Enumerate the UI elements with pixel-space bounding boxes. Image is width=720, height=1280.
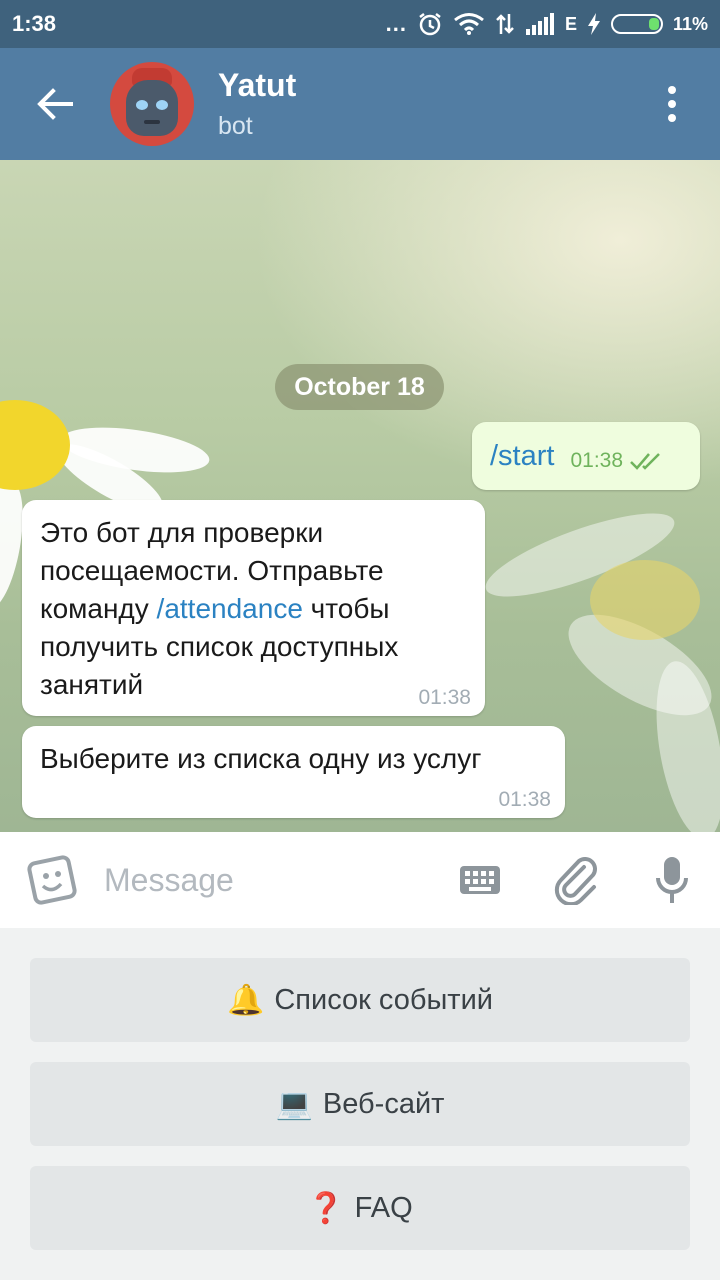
paperclip-icon	[554, 857, 597, 905]
message-time: 01:38	[570, 449, 624, 472]
message-input-bar: Message	[0, 832, 720, 928]
message-line: получить список доступных	[40, 631, 399, 662]
alarm-icon	[417, 11, 443, 37]
wifi-icon	[453, 12, 485, 36]
faq-button[interactable]: ❓ FAQ	[30, 1166, 690, 1250]
network-type: E	[564, 13, 577, 34]
message-line: посещаемости. Отправьте	[40, 555, 384, 586]
arrow-left-icon	[37, 88, 73, 120]
message-text: Выберите из списка одну из услуг	[40, 743, 482, 774]
question-mark-icon: ❓	[307, 1191, 345, 1225]
message-input[interactable]: Message	[104, 862, 432, 899]
button-label: Список событий	[274, 983, 493, 1016]
chat-subtitle: bot	[218, 112, 253, 140]
status-icons: ... E 11%	[386, 11, 708, 37]
keyboard-button[interactable]	[432, 832, 528, 928]
button-label: FAQ	[354, 1191, 413, 1224]
more-options-button[interactable]	[624, 48, 720, 160]
back-button[interactable]	[0, 48, 110, 160]
sticker-button[interactable]	[0, 832, 104, 928]
outgoing-message[interactable]: /start 01:38	[472, 422, 700, 490]
voice-button[interactable]	[624, 832, 720, 928]
notification-dots: ...	[385, 11, 407, 36]
charging-icon	[587, 13, 601, 35]
bell-icon: 🔔	[227, 983, 265, 1017]
signal-icon	[525, 13, 555, 35]
chat-header: Yatut bot	[0, 48, 720, 160]
incoming-message[interactable]: Это бот для проверки посещаемости. Отпра…	[22, 500, 485, 716]
events-list-button[interactable]: 🔔 Список событий	[30, 958, 690, 1042]
message-line: команду /attendance чтобы	[40, 593, 390, 624]
keyboard-icon	[460, 866, 500, 894]
message-time: 01:38	[498, 788, 551, 811]
battery-icon	[610, 14, 663, 34]
message-meta: 01:38	[570, 449, 663, 473]
chat-title-block[interactable]: Yatut bot	[218, 67, 296, 141]
date-separator: October 18	[275, 364, 444, 410]
clock: 1:38	[12, 11, 57, 36]
avatar[interactable]	[110, 62, 194, 146]
battery-percent: 11%	[672, 13, 708, 34]
double-check-icon	[630, 453, 660, 470]
more-vertical-icon	[668, 86, 676, 94]
data-transfer-icon	[495, 12, 515, 36]
message-time: 01:38	[418, 686, 471, 709]
attendance-command-link[interactable]: /attendance	[157, 593, 303, 624]
status-bar: 1:38 ... E 11%	[0, 0, 720, 48]
message-line: занятий	[40, 669, 144, 700]
bot-keyboard: 🔔 Список событий 💻 Веб-сайт ❓ FAQ	[0, 928, 720, 1280]
message-line: Это бот для проверки	[40, 517, 324, 548]
attach-button[interactable]	[528, 832, 624, 928]
chat-title: Yatut	[218, 67, 297, 103]
website-button[interactable]: 💻 Веб-сайт	[30, 1062, 690, 1146]
message-text[interactable]: /start	[490, 440, 554, 473]
laptop-icon: 💻	[275, 1087, 313, 1121]
chat-area[interactable]: October 18 /start 01:38 Это бот для пров…	[0, 160, 720, 832]
button-label: Веб-сайт	[322, 1087, 445, 1120]
sticker-icon	[27, 855, 77, 905]
incoming-message[interactable]: Выберите из списка одну из услуг 01:38	[22, 726, 565, 818]
microphone-icon	[656, 857, 688, 903]
